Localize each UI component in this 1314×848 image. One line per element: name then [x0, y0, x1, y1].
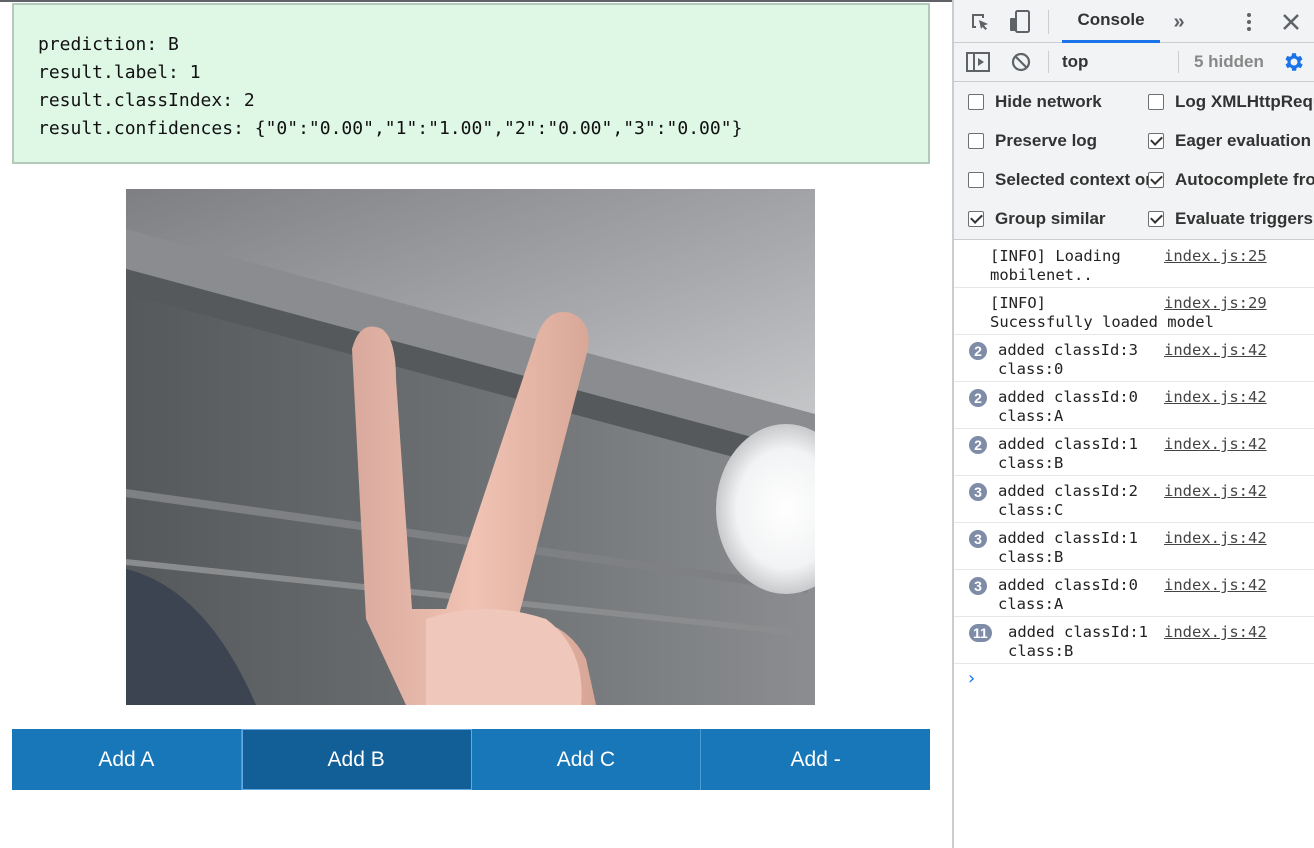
checkbox[interactable]	[968, 133, 984, 149]
console-message: 3 added classId:2 class:C index.js:42	[954, 476, 1314, 523]
close-icon[interactable]	[1279, 10, 1303, 34]
clear-console-icon[interactable]	[1010, 51, 1032, 73]
result-label-line: result.label: 1	[38, 62, 201, 83]
inspect-element-icon[interactable]	[968, 10, 992, 34]
setting-label: Hide network	[995, 92, 1102, 111]
console-message: 11 added classId:1 class:B index.js:42	[954, 617, 1314, 664]
result-confidences-line: result.confidences: {"0":"0.00","1":"1.0…	[38, 118, 743, 139]
setting-label: Log XMLHttpRequests	[1175, 92, 1314, 111]
message-text: added classId:1 class:B	[1008, 623, 1148, 660]
source-link[interactable]: index.js:42	[1164, 576, 1267, 595]
repeat-count-badge: 2	[969, 342, 987, 360]
setting-label: Selected context only	[995, 170, 1148, 189]
repeat-count-badge: 3	[969, 530, 987, 548]
toolbar-separator	[1048, 51, 1049, 73]
add-b-button[interactable]: Add B	[241, 729, 472, 790]
message-text: added classId:1 class:B	[998, 529, 1138, 566]
console-message: [INFO] Loading mobilenet.. index.js:25	[954, 241, 1314, 288]
webcam-frame-image	[126, 189, 815, 705]
result-classindex-line: result.classIndex: 2	[38, 90, 255, 111]
device-toolbar-icon[interactable]	[1008, 10, 1032, 34]
message-text: added classId:0 class:A	[998, 576, 1138, 613]
source-link[interactable]: index.js:42	[1164, 341, 1267, 360]
webcam-video	[126, 189, 815, 705]
setting-eager-evaluation[interactable]: Eager evaluation	[1148, 129, 1314, 153]
source-link[interactable]: index.js:42	[1164, 482, 1267, 501]
setting-preserve-log[interactable]: Preserve log	[968, 129, 1138, 153]
source-link[interactable]: index.js:42	[1164, 388, 1267, 407]
console-message: [INFO] Sucessfully loaded model index.js…	[954, 288, 1314, 335]
web-page: prediction: B result.label: 1 result.class…	[0, 0, 952, 848]
message-text: added classId:3 class:0	[998, 341, 1138, 378]
console-settings: Hide network Log XMLHttpRequests Preserv…	[954, 82, 1314, 240]
message-text: added classId:1 class:B	[998, 435, 1138, 472]
console-message: 2 added classId:0 class:A index.js:42	[954, 382, 1314, 429]
setting-autocomplete-history[interactable]: Autocomplete from history	[1148, 168, 1314, 192]
message-text: added classId:0 class:A	[998, 388, 1138, 425]
console-message: 2 added classId:3 class:0 index.js:42	[954, 335, 1314, 382]
message-text: [INFO] Loading mobilenet..	[990, 247, 1121, 284]
prediction-line: prediction: B	[38, 34, 179, 55]
console-messages: [INFO] Loading mobilenet.. index.js:25 […	[954, 241, 1314, 664]
more-tabs-icon[interactable]: »	[1168, 10, 1190, 34]
setting-log-xmlhttprequests[interactable]: Log XMLHttpRequests	[1148, 90, 1314, 114]
hidden-messages-count[interactable]: 5 hidden	[1194, 43, 1264, 81]
repeat-count-badge: 2	[969, 389, 987, 407]
source-link[interactable]: index.js:42	[1164, 623, 1267, 642]
add-buttons-row: Add A Add B Add C Add -	[12, 729, 930, 790]
repeat-count-badge: 3	[969, 577, 987, 595]
console-prompt[interactable]: ›	[966, 668, 977, 689]
settings-gear-icon[interactable]	[1280, 50, 1306, 74]
checkbox[interactable]	[968, 172, 984, 188]
toolbar-separator	[1178, 51, 1179, 73]
context-selector[interactable]: top	[1062, 43, 1088, 81]
add-a-button[interactable]: Add A	[12, 729, 242, 790]
kebab-menu-icon[interactable]	[1242, 10, 1256, 34]
add-none-button[interactable]: Add -	[701, 729, 930, 790]
console-message: 2 added classId:1 class:B index.js:42	[954, 429, 1314, 476]
checkbox[interactable]	[1148, 94, 1164, 110]
source-link[interactable]: index.js:42	[1164, 529, 1267, 548]
sidebar-toggle-icon[interactable]	[966, 51, 990, 73]
setting-label: Evaluate triggers user activation	[1175, 209, 1314, 228]
setting-group-similar[interactable]: Group similar	[968, 207, 1138, 231]
checkbox[interactable]	[1148, 172, 1164, 188]
checkbox[interactable]	[1148, 133, 1164, 149]
setting-hide-network[interactable]: Hide network	[968, 90, 1138, 114]
repeat-count-badge: 3	[969, 483, 987, 501]
source-link[interactable]: index.js:42	[1164, 435, 1267, 454]
setting-label: Autocomplete from history	[1175, 170, 1314, 189]
source-link[interactable]: index.js:25	[1164, 247, 1267, 266]
repeat-count-badge: 11	[969, 624, 992, 642]
checkbox[interactable]	[1148, 211, 1164, 227]
setting-label: Group similar	[995, 209, 1106, 228]
setting-label: Preserve log	[995, 131, 1098, 150]
console-toolbar: top 5 hidden	[954, 43, 1314, 82]
tab-console[interactable]: Console	[1062, 0, 1160, 43]
source-link[interactable]: index.js:29	[1164, 294, 1267, 313]
checkbox[interactable]	[968, 94, 984, 110]
prediction-output: prediction: B result.label: 1 result.class…	[12, 3, 930, 164]
message-text: added classId:2 class:C	[998, 482, 1138, 519]
setting-evaluate-triggers[interactable]: Evaluate triggers user activation	[1148, 207, 1314, 231]
top-divider	[0, 0, 952, 2]
toolbar-separator	[1048, 10, 1049, 34]
console-message: 3 added classId:0 class:A index.js:42	[954, 570, 1314, 617]
repeat-count-badge: 2	[969, 436, 987, 454]
add-c-button[interactable]: Add C	[471, 729, 702, 790]
devtools-tabbar: Console »	[954, 0, 1314, 43]
console-message: 3 added classId:1 class:B index.js:42	[954, 523, 1314, 570]
checkbox[interactable]	[968, 211, 984, 227]
setting-selected-context[interactable]: Selected context only	[968, 168, 1148, 192]
setting-label: Eager evaluation	[1175, 131, 1312, 150]
devtools-panel: Console » top 5 hidden Hide network Log …	[952, 0, 1314, 848]
message-text: [INFO] Sucessfully loaded model	[990, 294, 1214, 331]
